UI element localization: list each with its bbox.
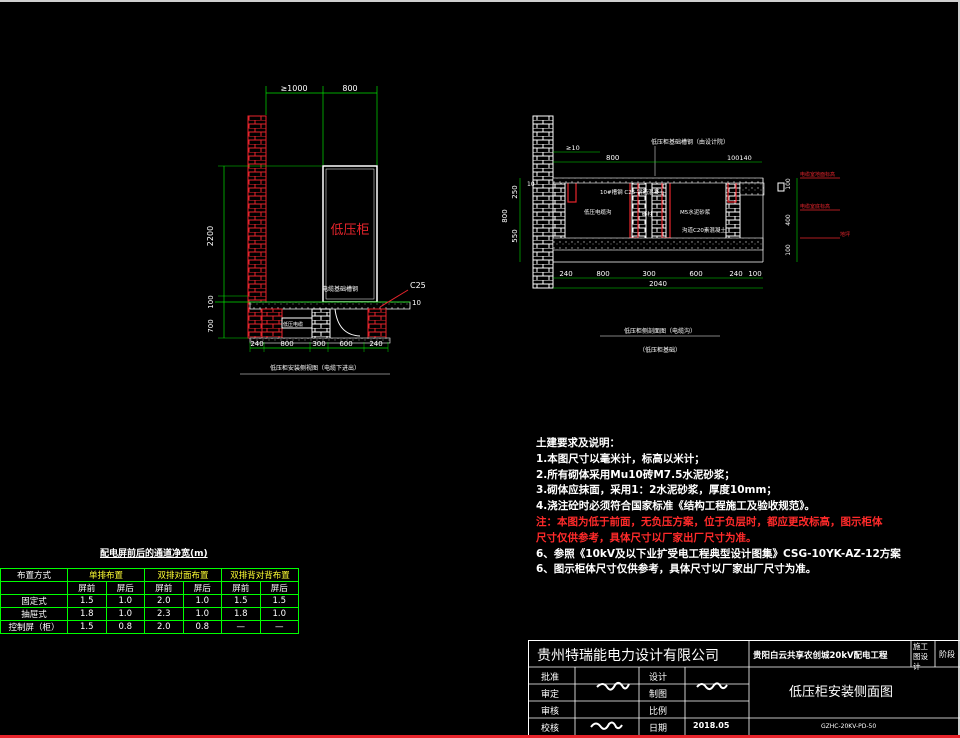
note-line: 2.所有砌体采用Mu10砖M7.5水泥砂浆； (536, 468, 735, 481)
dim-height-2: 700 (207, 319, 215, 332)
dim-bot-1: 240 (250, 340, 263, 348)
signature-designer (696, 682, 728, 691)
table-cell: 0.8 (105, 620, 145, 634)
table-cell: 1.8 (67, 607, 107, 621)
dim-bot-5: 240 (369, 340, 382, 348)
r-dim-top-1: ≥10 (566, 144, 580, 152)
r-dim-left-4: 10 (527, 181, 535, 188)
r-dim-left-1: 800 (501, 209, 509, 222)
table-cell: 2.0 (144, 620, 184, 634)
dim-bot-3: 300 (312, 340, 325, 348)
table-subheader: 屏后 (105, 581, 145, 595)
r-bot-6: 100 (748, 270, 761, 278)
table-cell: 1.0 (182, 607, 222, 621)
row-name: 控制屏（柜） (0, 620, 68, 634)
r-bot-5: 240 (729, 270, 742, 278)
note-line: 1.本图尺寸以毫米计，标高以米计； (536, 452, 705, 465)
r-dim-top-3: 100140 (727, 154, 752, 162)
construction-notes: 土建要求及说明： 1.本图尺寸以毫米计，标高以米计； 2.所有砌体采用Mu10砖… (536, 436, 956, 578)
row-name: 抽屉式 (0, 607, 68, 621)
row-name: 固定式 (0, 594, 68, 608)
dim-top-2: 800 (342, 84, 357, 93)
r-dim-left-2: 550 (511, 229, 519, 242)
r-dim-left-3: 250 (511, 185, 519, 198)
drawing-number: GZHC-20KV-PD-50 (821, 723, 877, 730)
right-caption: 低压柜侧剖面图（电缆沟） (624, 327, 696, 335)
table-row: 控制屏（柜） 1.5 0.8 2.0 0.8 — — (0, 620, 299, 634)
table-cell: 1.0 (105, 594, 145, 608)
r-dim-right-3: 100 (785, 244, 792, 256)
r-dim-right-1: 100 (785, 178, 792, 190)
ten-label: 10 (412, 299, 421, 307)
dim-bot-4: 600 (339, 340, 352, 348)
table-subheader: 屏后 (182, 581, 222, 595)
notes-title: 土建要求及说明： (536, 437, 620, 449)
note-line: 6、图示柜体尺寸仅供参考，具体尺寸以厂家出厂尺寸为准。 (536, 563, 817, 576)
right-section-view: 低压柜基础槽钢（由设计院） 10#槽钢 C25 钢筋混凝土 低压电缆沟 砖柱 M… (501, 115, 850, 354)
label-concrete: 沟道C20素混凝土 (682, 226, 726, 234)
dim-bot-2: 800 (280, 340, 293, 348)
r-note-3: 地坪 (840, 231, 850, 238)
table-row: 抽屉式 1.8 1.0 2.3 1.0 1.8 1.0 (0, 607, 299, 621)
c25-label: C25 (410, 281, 426, 290)
r-bot-3: 300 (642, 270, 655, 278)
table-header-cell: 双排背对背布置 (221, 568, 299, 582)
r-dim-right-2: 400 (785, 214, 792, 226)
drawing-title: 低压柜安装侧面图 (789, 685, 894, 700)
r-bot-1: 240 (559, 270, 572, 278)
table-header-cell: 布置方式 (0, 568, 68, 582)
table-cell: 2.0 (144, 594, 184, 608)
left-caption: 低压柜安装侧视图（电缆下进出） (270, 364, 360, 372)
label-steel: 10#槽钢 C25 钢筋混凝土 (600, 188, 665, 196)
right-brick-wall (532, 115, 554, 289)
cabinet-label: 低压柜 (330, 223, 369, 238)
table-subheader: 屏前 (144, 581, 184, 595)
signature-checker (590, 721, 623, 730)
dim-top-1: ≥1000 (280, 84, 307, 93)
table-subheader: 屏后 (259, 581, 299, 595)
base-label: 电缆基础槽钢 (322, 285, 358, 293)
table-cell: 0.8 (182, 620, 222, 634)
table-cell: 1.0 (182, 594, 222, 608)
table-row: 固定式 1.5 1.0 2.0 1.0 1.5 1.5 (0, 594, 299, 608)
title-block: 贵州特瑞能电力设计有限公司 贵阳白云共享农创城20kV配电工程 施工图设计 阶段… (528, 640, 960, 736)
table-cell: 1.5 (67, 594, 107, 608)
table-cell: 1.0 (105, 607, 145, 621)
table-title: 配电屏前后的通道净宽(m) (100, 549, 208, 559)
trench-label: 低压电缆 (283, 321, 303, 328)
label-pillar: 砖柱 (642, 210, 654, 218)
table-cell: 1.5 (221, 594, 261, 608)
table-cell: — (221, 620, 261, 634)
table-header-cell: 单排布置 (67, 568, 145, 582)
note-red: 注：本图为低于前面，无负压方案，位于负层时，都应更改标高，图示柜体尺寸仅供参考，… (536, 515, 883, 544)
clearance-table: 布置方式 单排布置 双排对面布置 双排背对背布置 屏前 屏后 屏前 屏后 屏前 … (0, 568, 299, 634)
r-note-1: 电缆室地面标高 (800, 171, 835, 178)
right-subcaption: （低压柜基础） (639, 346, 681, 354)
note-line: 4.浇注砼时必须符合国家标准《结构工程施工及验收规范》。 (536, 500, 816, 513)
table-subheader: 屏前 (67, 581, 107, 595)
r-bot-total: 2040 (649, 280, 667, 288)
table-cell: — (259, 620, 299, 634)
label-mortar: M5水泥砂浆 (680, 208, 711, 216)
r-bot-4: 600 (689, 270, 702, 278)
table-cell: 2.3 (144, 607, 184, 621)
r-bot-2: 800 (596, 270, 609, 278)
table-cell: 1.8 (221, 607, 261, 621)
table-cell: 1.0 (259, 607, 299, 621)
table-cell: 1.5 (259, 594, 299, 608)
r-dim-top-2: 800 (606, 154, 619, 162)
label-cable-trench: 低压电缆沟 (584, 208, 612, 216)
table-subheader: 屏前 (221, 581, 261, 595)
signatures (590, 681, 728, 730)
signature-reviewer (596, 681, 630, 691)
table-cell: 1.5 (67, 620, 107, 634)
table-header-cell: 双排对面布置 (144, 568, 222, 582)
right-top-label: 低压柜基础槽钢（由设计院） (651, 138, 729, 146)
dim-height-3: 100 (207, 295, 215, 308)
note-line: 3.砌体应抹面，采用1：2水泥砂浆，厚度10mm； (536, 484, 777, 497)
dim-height-1: 2200 (206, 226, 215, 246)
r-note-2: 电缆室底标高 (800, 203, 830, 210)
left-side-view: 低压柜 电缆基础槽钢 低压电缆 C25 10 ≥1000 800 2200 70… (206, 84, 426, 375)
note-line: 6、参照《10kV及以下业扩受电工程典型设计图集》CSG-10YK-AZ-12方… (536, 547, 901, 560)
